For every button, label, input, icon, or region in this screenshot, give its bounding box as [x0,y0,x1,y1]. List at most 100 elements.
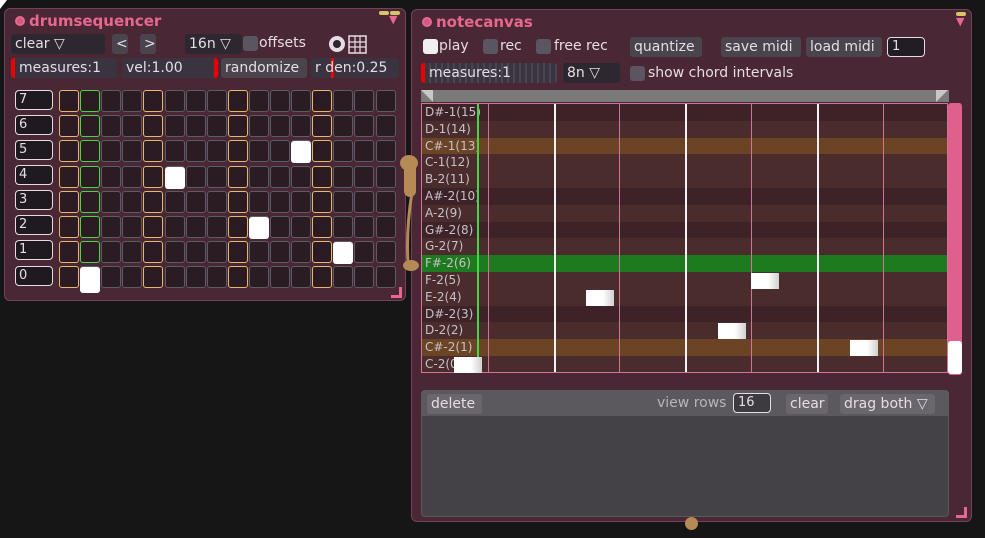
sequencer-step-cell[interactable] [375,140,396,163]
sequencer-step-cell[interactable] [185,115,206,138]
sequencer-step-cell[interactable] [80,90,101,112]
timeline-ruler[interactable] [421,90,949,102]
sequencer-step-cell[interactable] [101,216,122,238]
sequencer-step-cell[interactable] [248,241,269,264]
sequencer-step-cell[interactable] [206,115,227,138]
sequencer-step-cell[interactable] [375,241,396,264]
sequencer-step-cell[interactable] [122,266,143,289]
sequencer-step-cell[interactable] [206,266,227,289]
sequencer-step-cell[interactable] [354,165,375,188]
output-connector[interactable] [685,517,698,530]
sequencer-step-cell[interactable] [206,241,227,264]
sequencer-step-cell[interactable] [143,266,164,289]
sequencer-step-cell[interactable] [270,140,290,163]
drag-mode-select[interactable]: drag both ▽ [840,394,935,414]
sequencer-step-cell[interactable] [291,216,312,238]
sequencer-step-cell[interactable] [333,165,354,188]
next-pattern-button[interactable]: > [140,34,156,54]
active-step[interactable] [291,141,312,164]
sequencer-step-cell[interactable] [270,115,290,138]
sequencer-step-cell[interactable] [101,90,122,112]
note-block[interactable] [718,323,746,339]
sequencer-step-cell[interactable] [59,190,79,213]
sequencer-step-cell[interactable] [227,216,248,238]
resize-corner-icon[interactable] [391,287,402,298]
sequencer-step-cell[interactable] [101,140,122,163]
drum-row-label[interactable]: 4 [15,165,53,185]
sequencer-step-cell[interactable] [227,190,248,213]
sequencer-step-cell[interactable] [185,165,206,188]
sequencer-step-cell[interactable] [375,115,396,138]
sequencer-step-cell[interactable] [59,140,79,163]
active-step[interactable] [333,242,354,265]
sequencer-step-cell[interactable] [291,190,312,213]
measures-slider[interactable]: measures:1 [11,58,117,78]
sequencer-step-cell[interactable] [101,266,122,289]
power-icon-2[interactable] [422,17,432,27]
sequencer-step-cell[interactable] [143,216,164,238]
sequencer-step-cell[interactable] [354,115,375,138]
sequencer-step-cell[interactable] [333,140,354,163]
sequencer-step-cell[interactable] [59,90,79,112]
sequencer-step-cell[interactable] [164,140,185,163]
clear-notes-button[interactable]: clear [786,394,828,414]
sequencer-step-cell[interactable] [185,140,206,163]
offsets-checkbox[interactable] [243,36,258,51]
sequencer-step-cell[interactable] [291,90,312,112]
sequencer-step-cell[interactable] [206,90,227,112]
canvas-scroll-thumb[interactable] [948,341,962,374]
sequencer-step-cell[interactable] [333,115,354,138]
sequencer-step-cell[interactable] [59,241,79,264]
sequencer-step-cell[interactable] [312,90,333,112]
sequencer-step-cell[interactable] [248,165,269,188]
sequencer-step-cell[interactable] [227,165,248,188]
sequencer-step-cell[interactable] [59,216,79,238]
track-number-input[interactable]: 1 [887,37,925,57]
sequencer-step-cell[interactable] [143,90,164,112]
sequencer-step-cell[interactable] [206,140,227,163]
sequencer-step-cell[interactable] [122,90,143,112]
note-block[interactable] [850,340,878,356]
active-step[interactable] [164,166,185,189]
velocity-slider[interactable]: vel:1.00 [122,58,218,78]
sequencer-step-cell[interactable] [375,190,396,213]
sequencer-step-cell[interactable] [164,115,185,138]
random-density-slider[interactable]: r den:0.25 [311,58,399,78]
sequencer-step-cell[interactable] [248,115,269,138]
sequencer-step-cell[interactable] [80,140,101,163]
note-block[interactable] [454,357,482,373]
sequencer-step-cell[interactable] [80,241,101,264]
sequencer-step-cell[interactable] [122,165,143,188]
sequencer-step-cell[interactable] [80,216,101,238]
delete-button[interactable]: delete [427,394,482,414]
sequencer-step-cell[interactable] [333,216,354,238]
sequencer-step-cell[interactable] [122,190,143,213]
sequencer-step-cell[interactable] [354,266,375,289]
sequencer-step-cell[interactable] [80,190,101,213]
sequencer-step-cell[interactable] [333,190,354,213]
sequencer-step-cell[interactable] [270,165,290,188]
interval-select[interactable]: 16n ▽ [185,34,242,54]
sequencer-step-cell[interactable] [312,266,333,289]
grid-icon[interactable] [348,35,367,54]
sequencer-step-cell[interactable] [143,241,164,264]
drum-row-label[interactable]: 7 [15,90,53,110]
clear-select[interactable]: clear ▽ [11,34,105,54]
sequencer-step-cell[interactable] [59,266,79,289]
sequencer-step-cell[interactable] [354,216,375,238]
sequencer-step-cell[interactable] [122,216,143,238]
sequencer-step-cell[interactable] [291,241,312,264]
sequencer-step-cell[interactable] [101,165,122,188]
sequencer-step-cell[interactable] [59,115,79,138]
sequencer-step-cell[interactable] [227,266,248,289]
quantize-button[interactable]: quantize [630,37,702,57]
circle-toggle-icon[interactable] [329,36,345,52]
sequencer-step-cell[interactable] [185,216,206,238]
notecanvas-interval-select[interactable]: 8n ▽ [563,63,620,83]
sequencer-step-cell[interactable] [248,90,269,112]
drum-row-label[interactable]: 6 [15,115,53,135]
sequencer-step-cell[interactable] [227,115,248,138]
sequencer-step-cell[interactable] [312,165,333,188]
sequencer-step-cell[interactable] [122,140,143,163]
sequencer-step-cell[interactable] [312,140,333,163]
